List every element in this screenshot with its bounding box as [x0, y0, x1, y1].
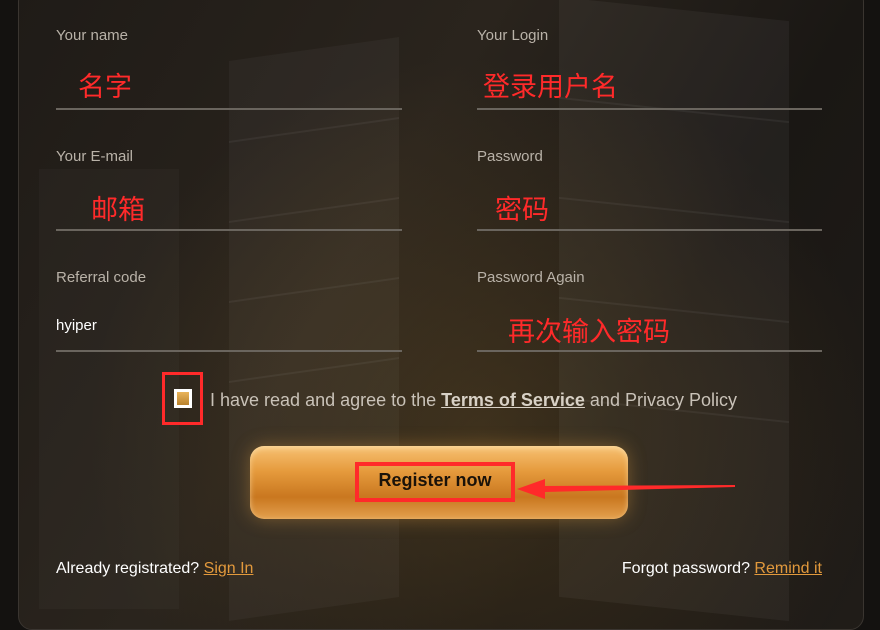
forgot-password-prompt: Forgot password? Remind it [622, 560, 822, 578]
email-label: Your E-mail [56, 148, 133, 165]
register-button-label[interactable]: Register now [359, 470, 511, 491]
remind-it-link[interactable]: Remind it [754, 560, 822, 577]
login-annotation: 登录用户名 [483, 72, 618, 103]
referral-input-underline[interactable] [56, 350, 402, 352]
sign-in-prompt: Already registrated? Sign In [56, 560, 253, 578]
name-input-underline[interactable] [56, 108, 402, 110]
password-again-input-underline[interactable] [477, 350, 822, 352]
password-input-underline[interactable] [477, 229, 822, 231]
login-label: Your Login [477, 27, 549, 44]
agreement-text: I have read and agree to the Terms of Se… [210, 390, 737, 411]
already-registered-text: Already registrated? [56, 560, 204, 577]
email-annotation: 邮箱 [91, 195, 145, 226]
email-input-underline[interactable] [56, 229, 402, 231]
password-again-annotation: 再次输入密码 [508, 317, 670, 348]
background-building [229, 37, 399, 621]
referral-input-value[interactable]: hyiper [56, 317, 97, 334]
background-building [39, 169, 179, 609]
agreement-suffix: and Privacy Policy [584, 390, 737, 410]
password-annotation: 密码 [495, 195, 549, 226]
arrow-left-icon [517, 479, 735, 499]
forgot-password-text: Forgot password? [621, 560, 755, 577]
password-label: Password [477, 148, 543, 165]
terms-of-service-link[interactable]: Terms of Service [441, 390, 585, 410]
name-label: Your name [56, 27, 128, 44]
password-again-label: Password Again [477, 269, 585, 286]
agreement-prefix: I have read and agree to the [210, 390, 442, 410]
referral-label: Referral code [56, 269, 147, 286]
checkbox-icon[interactable] [174, 389, 192, 408]
name-annotation: 名字 [78, 72, 132, 103]
login-input-underline[interactable] [477, 108, 822, 110]
registration-card [18, 0, 864, 630]
sign-in-link[interactable]: Sign In [204, 560, 254, 577]
